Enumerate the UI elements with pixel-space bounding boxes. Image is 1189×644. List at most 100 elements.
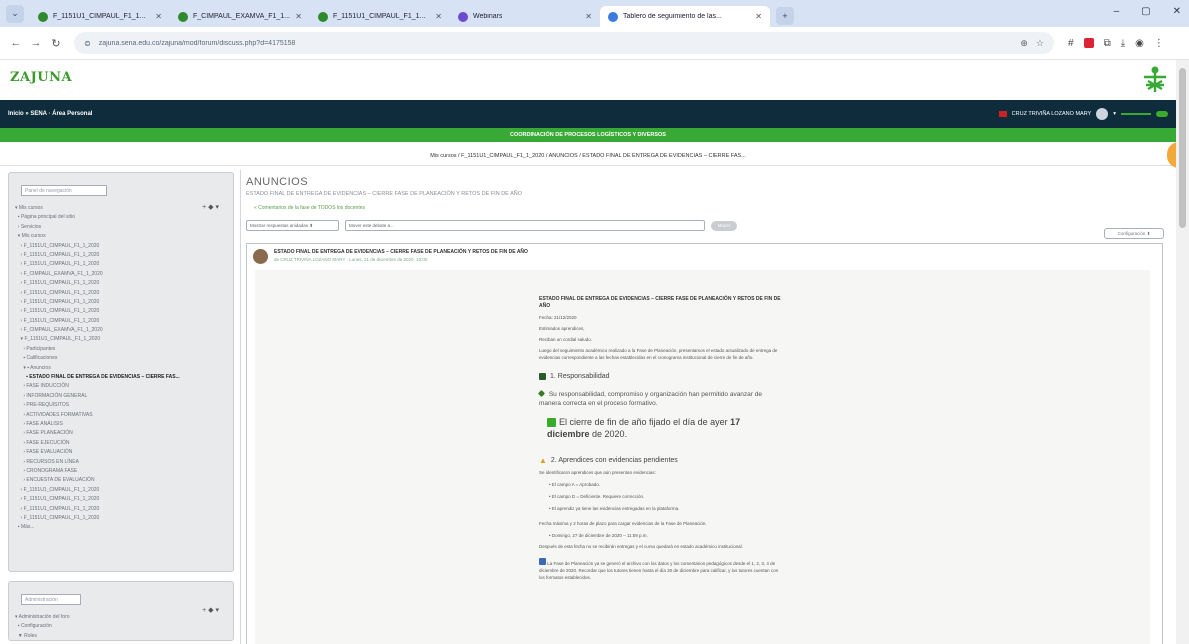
nav-tree-item[interactable]: › F_1151U1_CIMPAUL_F1_1_2020 bbox=[15, 495, 227, 504]
nav-tree-item[interactable]: › FASE EVALUACIÓN bbox=[15, 448, 227, 457]
nav-tree-item[interactable]: ▪ Más... bbox=[15, 523, 227, 532]
extension-icon[interactable]: # bbox=[1068, 38, 1074, 49]
move-discussion-select[interactable]: Mover este debate a... bbox=[345, 220, 705, 231]
site-info-icon[interactable]: ⊜ bbox=[84, 39, 91, 48]
admin-tree-item[interactable]: ▾ Administración del foro bbox=[15, 613, 227, 622]
minimize-icon[interactable]: – bbox=[1114, 6, 1120, 17]
final-paragraph-text: La Fase de Planeación ya se generó el ar… bbox=[539, 561, 779, 580]
nav-tree-item[interactable]: ▾ ▪ Anuncios bbox=[15, 364, 227, 373]
chevron-down-icon[interactable]: ▾ bbox=[1113, 111, 1116, 117]
nav-tree-item[interactable]: ▪ Calificaciones bbox=[15, 354, 227, 363]
url-text: zajuna.sena.edu.co/zajuna/mod/forum/disc… bbox=[98, 39, 296, 47]
nav-tree-item[interactable]: › F_1151U1_CIMPAUL_F1_1_2020 bbox=[15, 307, 227, 316]
browser-tab[interactable]: F_CIMPAUL_EXAMVA_F1_1... ✕ bbox=[170, 6, 310, 27]
nav-tree-item[interactable]: › FASE EJECUCIÓN bbox=[15, 439, 227, 448]
download-icon[interactable]: ⤓ bbox=[1121, 38, 1125, 49]
nav-tree-item[interactable]: › F_1151U1_CIMPAUL_F1_1_2020 bbox=[15, 486, 227, 495]
section-pending-title: 2. Aprendices con evidencias pendientes bbox=[550, 457, 678, 464]
nav-search-input[interactable]: Panel de navegación bbox=[21, 185, 107, 196]
menu-icon[interactable]: ⋮ bbox=[1154, 38, 1164, 49]
content-date: Fecha: 21/12/2020 bbox=[539, 315, 577, 320]
nav-tree-item[interactable]: ▾ F_1151U1_CIMPAUL_F1_1_2020 bbox=[15, 335, 227, 344]
nav-tree-item[interactable]: ▪ ESTADO FINAL DE ENTREGA DE EVIDENCIAS … bbox=[15, 373, 227, 382]
nav-tree-item[interactable]: › INFORMACIÓN GENERAL bbox=[15, 392, 227, 401]
user-menu[interactable]: CRUZ TRIVIÑA LOZANO MARY ▾ bbox=[998, 108, 1168, 120]
edit-mode-toggle[interactable] bbox=[1156, 111, 1168, 117]
settings-button[interactable]: Configuración ⬍ bbox=[1104, 228, 1164, 239]
scrollbar-thumb[interactable] bbox=[1179, 68, 1186, 228]
url-field[interactable]: ⊜ zajuna.sena.edu.co/zajuna/mod/forum/di… bbox=[74, 32, 1054, 54]
responsibility-text: Su responsabilidad, compromiso y organiz… bbox=[537, 389, 783, 408]
reload-icon[interactable]: ↻ bbox=[48, 37, 64, 50]
browser-tab[interactable]: F_1151U1_CIMPAUL_F1_1... ✕ bbox=[310, 6, 450, 27]
nav-tree-item[interactable]: ▾ Mis cursos bbox=[15, 204, 227, 213]
post-content: ESTADO FINAL DE ENTREGA DE EVIDENCIAS – … bbox=[537, 296, 783, 581]
back-icon[interactable]: ← bbox=[8, 37, 24, 49]
nav-tree-item[interactable]: › Servicios bbox=[15, 223, 227, 232]
nav-tree-item[interactable]: › FASE PLANEACIÓN bbox=[15, 429, 227, 438]
close-tab-icon[interactable]: ✕ bbox=[435, 12, 442, 21]
nav-tree-item[interactable]: › F_1151U1_CIMPAUL_F1_1_2020 bbox=[15, 289, 227, 298]
admin-block-controls-icon[interactable]: + ◆ ▾ bbox=[202, 606, 219, 614]
close-window-icon[interactable]: ✕ bbox=[1173, 6, 1181, 17]
site-navbar: Inicio » SENA · Área Personal CRUZ TRIVI… bbox=[0, 100, 1176, 128]
tab-title: F_1151U1_CIMPAUL_F1_1... bbox=[53, 13, 146, 20]
nav-tree-item[interactable]: › Participantes bbox=[15, 345, 227, 354]
deadline-text: Fecha máxima y 2 horas de plazo para car… bbox=[539, 521, 707, 526]
nav-tree-item[interactable]: › F_1151U1_CIMPAUL_F1_1_2020 bbox=[15, 298, 227, 307]
author-avatar[interactable] bbox=[253, 249, 268, 264]
content-intro: Luego del seguimiento académico realizad… bbox=[539, 348, 778, 360]
nav-tree-item[interactable]: › ACTIVIDADES FORMATIVAS bbox=[15, 411, 227, 420]
display-mode-select[interactable]: Mostrar respuestas anidadas ⬍ bbox=[246, 220, 339, 231]
close-tab-icon[interactable]: ✕ bbox=[295, 12, 302, 21]
avatar[interactable] bbox=[1096, 108, 1109, 120]
nav-tree-item[interactable]: ▾ Mis cursos bbox=[15, 232, 227, 241]
post-header: ESTADO FINAL DE ENTREGA DE EVIDENCIAS – … bbox=[247, 244, 1162, 269]
language-flag-icon[interactable] bbox=[998, 111, 1007, 117]
back-link[interactable]: « Comentarios de la fase de TODOS los do… bbox=[254, 205, 1166, 211]
nav-tree-item[interactable]: › RECURSOS EN LÍNEA bbox=[15, 458, 227, 467]
nav-tree-item[interactable]: › F_1151U1_CIMPAUL_F1_1_2020 bbox=[15, 242, 227, 251]
nav-tree-item[interactable]: › F_1151U1_CIMPAUL_F1_1_2020 bbox=[15, 279, 227, 288]
close-tab-icon[interactable]: ✕ bbox=[155, 12, 162, 21]
navbar-breadcrumb[interactable]: Inicio » SENA · Área Personal bbox=[8, 111, 92, 117]
check-icon bbox=[547, 418, 556, 428]
zoom-icon[interactable]: ⊕ bbox=[1020, 38, 1028, 49]
nav-tree-item[interactable]: › ENCUESTA DE EVALUACIÓN bbox=[15, 476, 227, 485]
list-item: • El campo D = Deficiente. Requiere corr… bbox=[549, 494, 645, 499]
pdf-extension-icon[interactable] bbox=[1083, 38, 1094, 48]
browser-tab[interactable]: F_1151U1_CIMPAUL_F1_1... ✕ bbox=[30, 6, 170, 27]
profile-icon[interactable]: ◉ bbox=[1135, 38, 1144, 49]
browser-tab[interactable]: Webinars ✕ bbox=[450, 6, 600, 27]
close-tab-icon[interactable]: ✕ bbox=[585, 12, 592, 21]
move-button[interactable]: Mover bbox=[711, 220, 737, 231]
nav-tree-item[interactable]: › CRONOGRAMA FASE bbox=[15, 467, 227, 476]
tab-search-icon[interactable]: ⌄ bbox=[6, 4, 24, 23]
nav-tree-item[interactable]: › F_CIMPAUL_EXAMVA_F1_1_2020 bbox=[15, 326, 227, 335]
tab-favicon-icon bbox=[38, 11, 48, 22]
close-tab-icon[interactable]: ✕ bbox=[755, 12, 762, 21]
browser-tab[interactable]: Tablero de seguimiento de las... ✕ bbox=[600, 6, 770, 27]
maximize-icon[interactable]: ▢ bbox=[1141, 6, 1150, 17]
forward-icon[interactable]: → bbox=[28, 37, 44, 49]
nav-tree-item[interactable]: › PRE-REQUISITOS bbox=[15, 401, 227, 410]
nav-tree-item[interactable]: › F_1151U1_CIMPAUL_F1_1_2020 bbox=[15, 317, 227, 326]
nav-tree-item[interactable]: › F_1151U1_CIMPAUL_F1_1_2020 bbox=[15, 514, 227, 523]
admin-tree-item[interactable]: ▼ Roles bbox=[15, 632, 227, 641]
nav-tree-item[interactable]: › FASE INDUCCIÓN bbox=[15, 382, 227, 391]
block-controls-icon[interactable]: + ◆ ▾ bbox=[202, 203, 219, 211]
nav-tree-item[interactable]: › F_1151U1_CIMPAUL_F1_1_2020 bbox=[15, 251, 227, 260]
nav-tree-item[interactable]: › F_1151U1_CIMPAUL_F1_1_2020 bbox=[15, 260, 227, 269]
nav-tree-item[interactable]: › FASE ANÁLISIS bbox=[15, 420, 227, 429]
admin-tree-item[interactable]: ▪ Configuración bbox=[15, 622, 227, 631]
puzzle-icon[interactable]: ⧉ bbox=[1104, 38, 1111, 49]
nav-tree-item[interactable]: › F_CIMPAUL_EXAMVA_F1_1_2020 bbox=[15, 270, 227, 279]
breadcrumb[interactable]: Mis cursos / F_1151U1_CIMPAUL_F1_1_2020 … bbox=[0, 148, 1176, 166]
zajuna-logo[interactable]: ZAJUNA bbox=[10, 70, 72, 85]
new-tab-button[interactable]: + bbox=[776, 6, 794, 25]
content-greeting: Estimados aprendices, bbox=[539, 326, 585, 331]
tab-favicon-icon bbox=[318, 11, 328, 22]
nav-tree-item[interactable]: ▪ Página principal del sitio bbox=[15, 213, 227, 222]
bookmark-star-icon[interactable]: ☆ bbox=[1036, 38, 1044, 49]
nav-tree-item[interactable]: › F_1151U1_CIMPAUL_F1_1_2020 bbox=[15, 505, 227, 514]
